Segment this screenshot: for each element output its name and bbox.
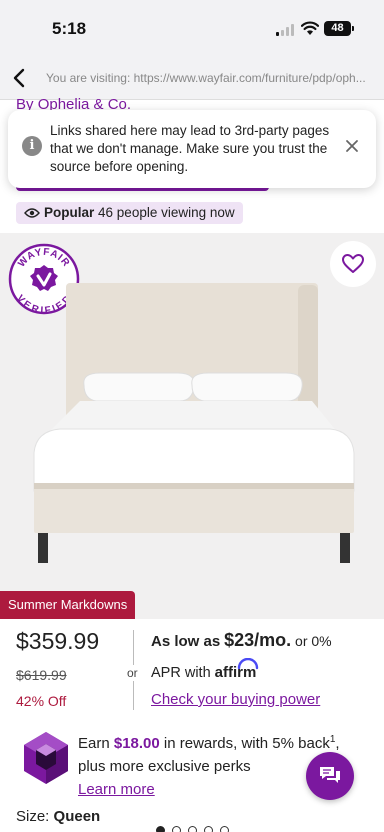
- carousel-dot[interactable]: [204, 826, 213, 832]
- discount-label: 42% Off: [16, 693, 67, 709]
- carousel-dot[interactable]: [188, 826, 197, 832]
- heart-icon: [342, 254, 364, 273]
- size-value: Queen: [53, 808, 101, 825]
- size-line: Size: Queen: [16, 808, 100, 825]
- affirm-logo: affirm: [215, 658, 258, 681]
- battery-icon: 48: [324, 21, 351, 36]
- url-text[interactable]: You are visiting: https://www.wayfair.co…: [46, 71, 378, 85]
- or-zero-label: or 0%: [295, 633, 332, 649]
- chat-button[interactable]: [306, 752, 354, 800]
- rewards-footnote: 1: [329, 734, 336, 745]
- rewards-earn: Earn: [78, 735, 110, 752]
- status-bar: 5:18 48: [0, 0, 384, 56]
- third-party-warning-toast: i Links shared here may lead to 3rd-part…: [8, 110, 376, 188]
- apr-with-label: APR with: [151, 665, 211, 681]
- learn-more-link[interactable]: Learn more: [78, 781, 155, 798]
- rewards-after-amount: in rewards, with 5% back: [163, 735, 330, 752]
- size-label: Size:: [16, 808, 50, 825]
- url-bar: You are visiting: https://www.wayfair.co…: [0, 56, 384, 100]
- check-buying-power-link[interactable]: Check your buying power: [151, 691, 320, 708]
- product-image-carousel[interactable]: WAYFAIR VERIFIED: [0, 233, 384, 832]
- affirm-arc-icon: [237, 658, 258, 670]
- carousel-dot[interactable]: [172, 826, 181, 832]
- carousel-dot[interactable]: [220, 826, 229, 832]
- or-label: or: [127, 665, 138, 681]
- rewards-amount: $18.00: [113, 735, 160, 752]
- sale-price: $359.99: [16, 628, 100, 654]
- toast-message: Links shared here may lead to 3rd-party …: [50, 123, 330, 174]
- status-time: 5:18: [52, 19, 87, 38]
- rewards-gem-icon: [24, 732, 68, 784]
- battery-tip: [352, 26, 354, 31]
- popular-text: 46 people viewing now: [98, 205, 235, 220]
- back-arrow-icon[interactable]: [8, 66, 32, 90]
- close-icon[interactable]: [344, 138, 360, 154]
- eye-icon: [24, 208, 40, 218]
- wifi-icon: [301, 21, 319, 35]
- carousel-dot[interactable]: [156, 826, 165, 832]
- popular-label: Popular: [44, 205, 95, 220]
- financing-line-2: APR with affirm: [151, 658, 258, 681]
- info-icon: i: [22, 136, 42, 156]
- popularity-chip: Popular 46 people viewing now: [16, 202, 243, 224]
- summer-markdowns-tag: Summer Markdowns: [0, 591, 136, 619]
- rewards-line2: plus more exclusive perks: [78, 758, 251, 775]
- favorite-button[interactable]: [330, 241, 376, 287]
- original-price: $619.99: [16, 667, 67, 683]
- product-bed-image: [33, 283, 355, 563]
- chat-icon: [320, 767, 340, 783]
- financing-line-1: As low as $23/mo. or 0%: [151, 630, 332, 651]
- cellular-signal-icon: [276, 24, 296, 36]
- monthly-amount: $23/mo.: [224, 630, 292, 650]
- as-low-as-label: As low as: [151, 633, 221, 650]
